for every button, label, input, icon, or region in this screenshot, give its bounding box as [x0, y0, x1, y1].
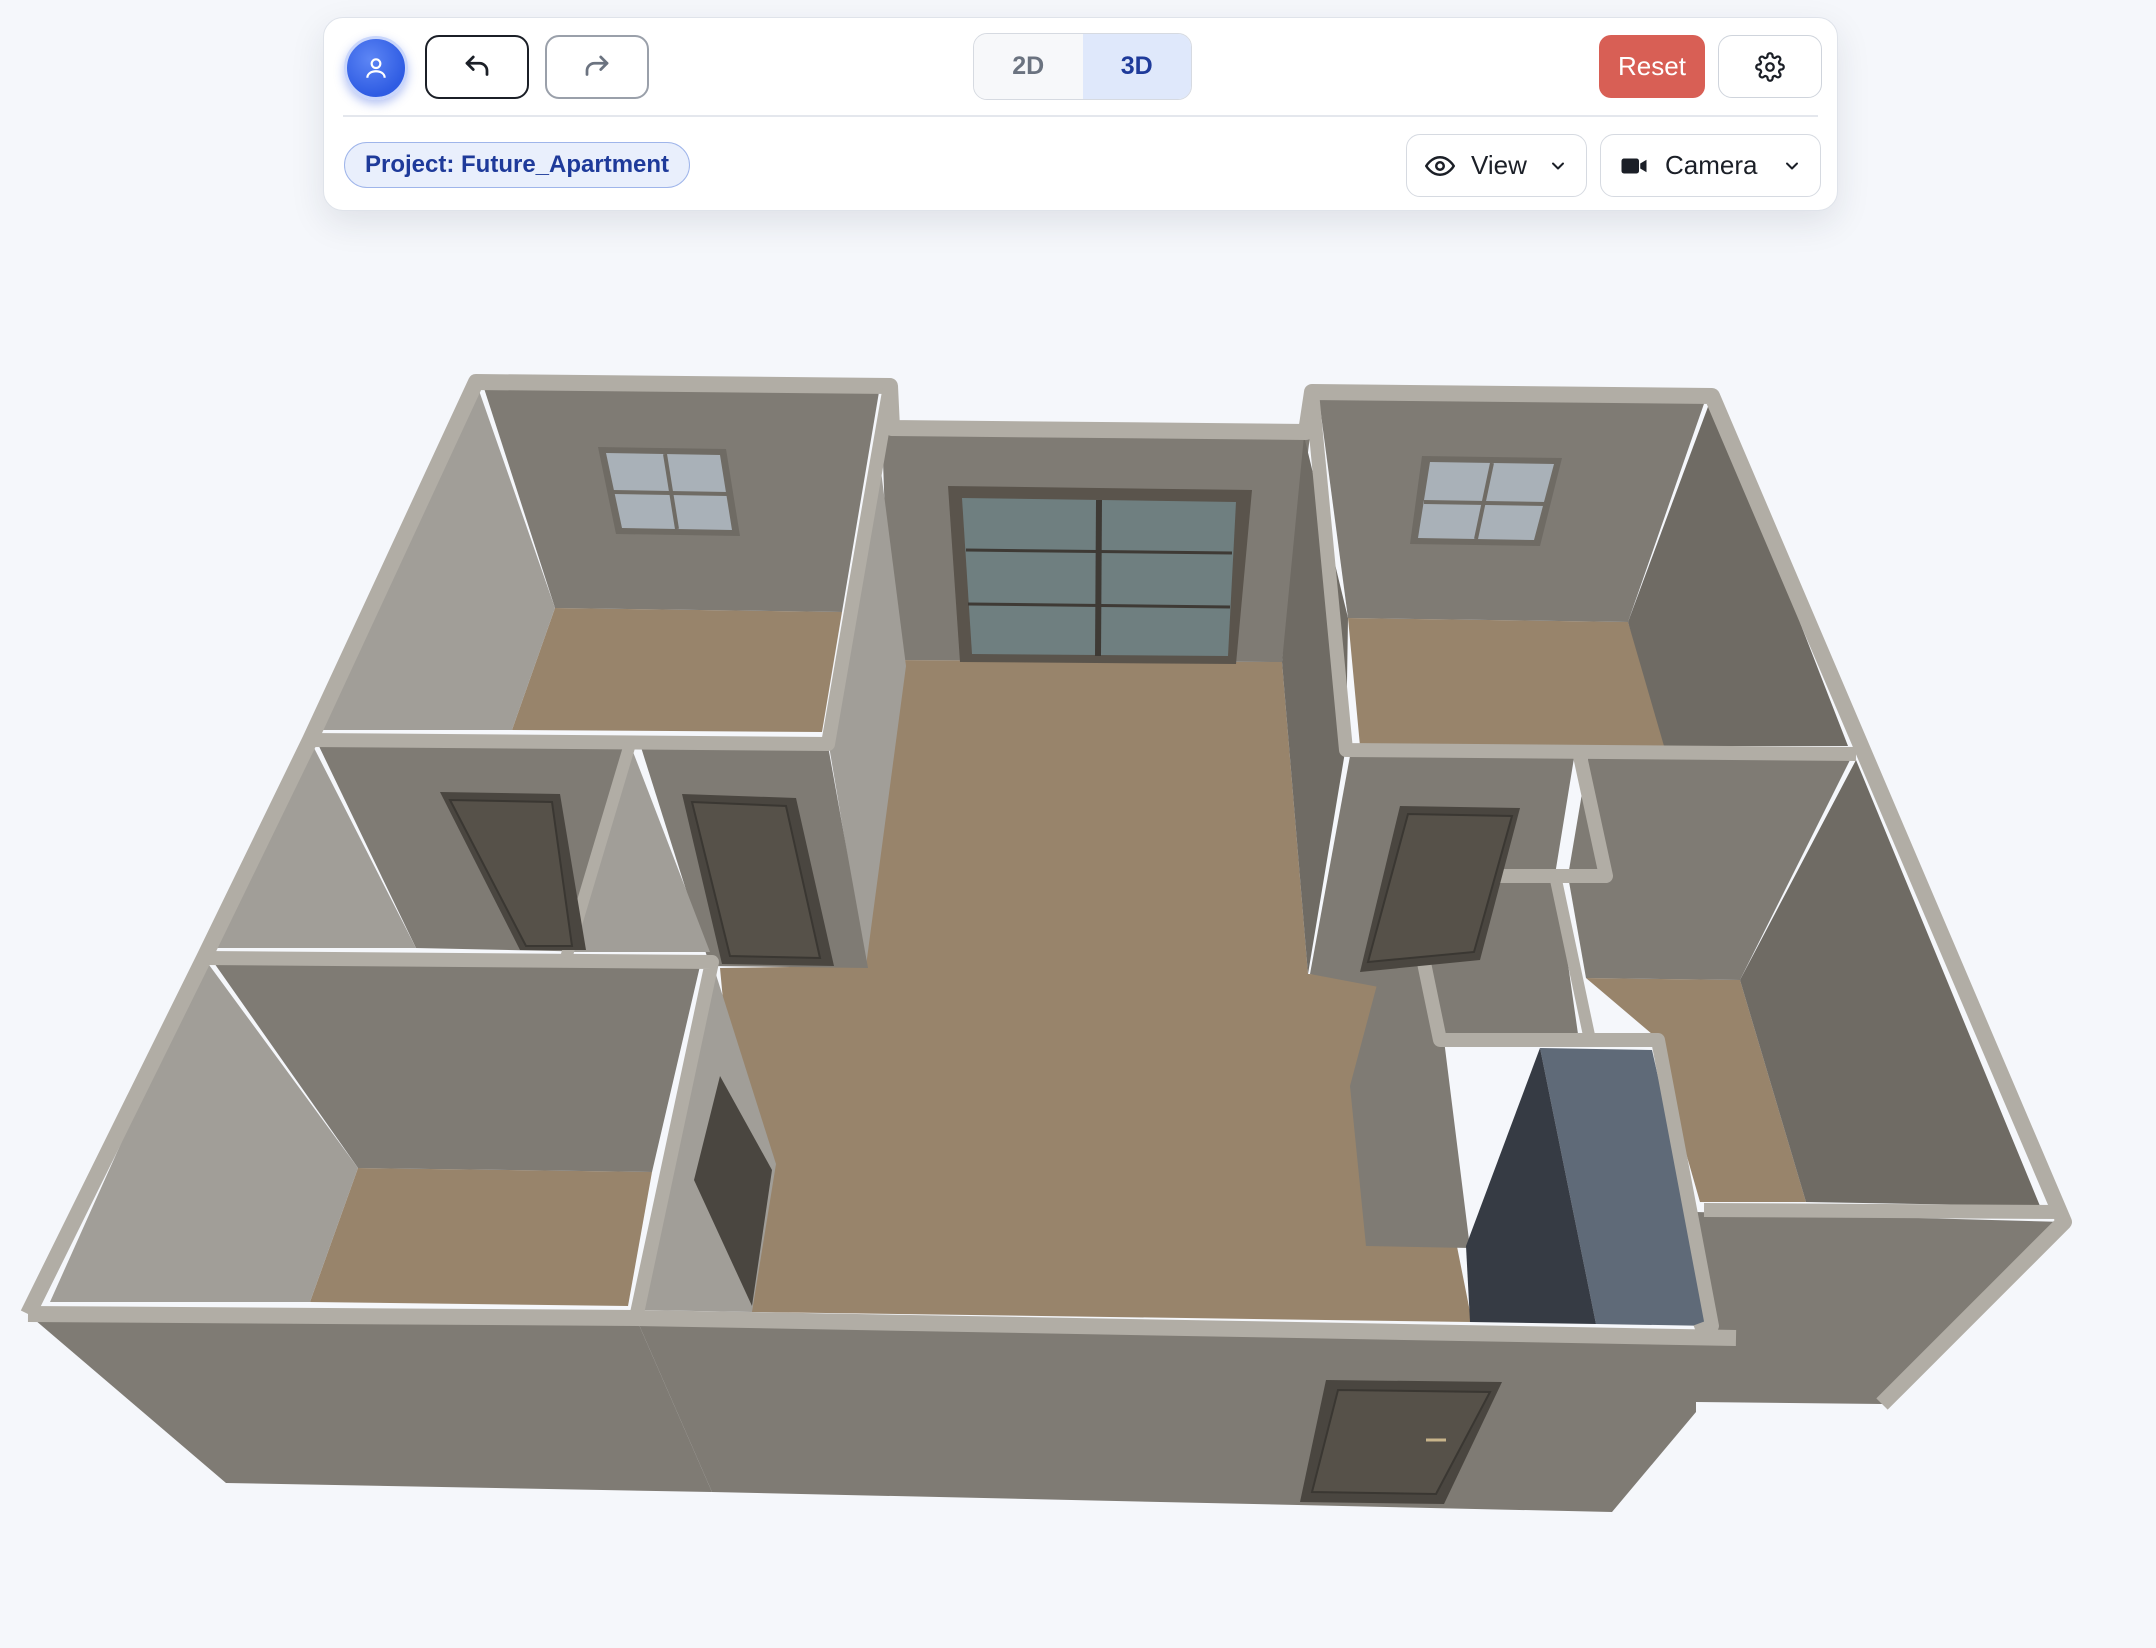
- video-camera-icon: [1619, 151, 1649, 181]
- undo-button[interactable]: [425, 35, 529, 99]
- toolbar-row-actions: 2D 3D Reset: [324, 18, 1837, 116]
- camera-dropdown[interactable]: Camera: [1600, 134, 1821, 197]
- exterior-wall-right-bump: [1696, 1212, 2064, 1404]
- gear-icon: [1755, 51, 1785, 82]
- redo-arrow-icon: [585, 55, 609, 76]
- mode-3d-tab[interactable]: 3D: [1082, 34, 1191, 99]
- exterior-wall-front-main: [636, 1318, 1696, 1512]
- bedroom-top-right-floor: [1348, 618, 1668, 746]
- mode-2d-tab[interactable]: 2D: [974, 34, 1083, 99]
- wall-top-inner-7: [1703, 1203, 2065, 1219]
- bedroom-top-left-floor: [512, 608, 842, 732]
- user-icon: [366, 58, 386, 78]
- apartment-3d-viewport[interactable]: [0, 0, 2156, 1648]
- camera-dropdown-label: Camera: [1665, 150, 1758, 180]
- user-avatar-button[interactable]: [344, 36, 408, 100]
- view-mode-toggle: 2D 3D: [973, 33, 1192, 100]
- bedroom-bottom-left-floor: [310, 1168, 652, 1306]
- top-toolbar: 2D 3D Reset Project: Future_Apartment Vi…: [323, 17, 1838, 211]
- project-name-badge[interactable]: Project: Future_Apartment: [344, 142, 691, 188]
- eye-icon: [1425, 151, 1455, 181]
- redo-button[interactable]: [545, 35, 649, 99]
- reset-button[interactable]: Reset: [1599, 35, 1705, 98]
- view-dropdown[interactable]: View: [1406, 134, 1587, 197]
- chevron-down-icon: [1782, 156, 1802, 176]
- window-top-left[interactable]: [598, 447, 740, 536]
- toolbar-divider: [343, 115, 1818, 117]
- window-top-right[interactable]: [1410, 456, 1562, 546]
- sliding-glass-door[interactable]: [948, 486, 1252, 664]
- exterior-wall-front-left: [28, 1314, 712, 1492]
- settings-button[interactable]: [1718, 35, 1822, 98]
- undo-arrow-icon: [465, 55, 489, 76]
- view-dropdown-label: View: [1471, 150, 1527, 180]
- chevron-down-icon: [1548, 156, 1568, 176]
